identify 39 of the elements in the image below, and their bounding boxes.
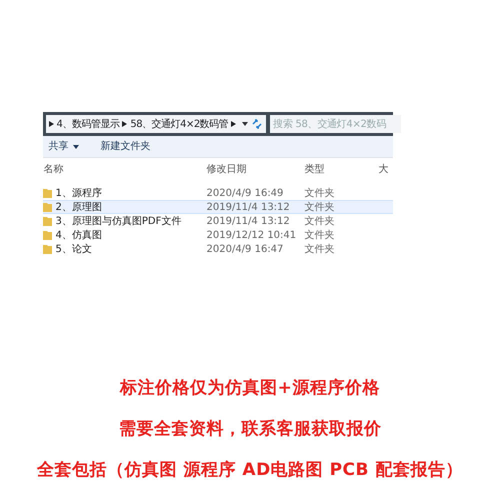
chevron-icon: [122, 121, 128, 127]
file-type: 文件夹: [304, 200, 334, 214]
dropdown-icon[interactable]: [242, 122, 248, 126]
file-type: 文件夹: [304, 228, 334, 242]
file-type: 文件夹: [304, 242, 334, 256]
refresh-icon[interactable]: [251, 119, 264, 129]
file-date: 2019/12/12 10:41: [206, 228, 298, 242]
file-date: 2020/4/9 16:47: [206, 242, 284, 256]
address-bar[interactable]: 4、数码管显示 58、交通灯4×2数码管: [46, 115, 266, 133]
column-header[interactable]: 名称: [42, 162, 206, 176]
chevron-icon: [48, 121, 54, 127]
toolbar-button[interactable]: 共享: [48, 139, 78, 154]
column-header[interactable]: 修改日期: [206, 162, 304, 176]
file-row[interactable]: 5、论文 2020/4/9 16:47 文件夹: [42, 242, 392, 256]
search-field[interactable]: 搜索 58、交通灯4×2数码: [270, 115, 402, 133]
caret-icon: [72, 144, 78, 148]
file-name: 5、论文: [56, 242, 92, 256]
breadcrumb-item[interactable]: 4、数码管显示: [56, 116, 120, 132]
file-row[interactable]: 1、源程序 2020/4/9 16:49 文件夹: [42, 186, 392, 200]
notice-text: 标注价格仅为仿真图+源程序价格: [120, 377, 380, 400]
column-header[interactable]: 类型: [304, 162, 378, 176]
file-name: 4、仿真图: [56, 228, 102, 242]
notice-text: 需要全套资料，联系客服获取报价: [118, 418, 382, 441]
file-row[interactable]: 4、仿真图 2019/12/12 10:41 文件夹: [42, 228, 392, 242]
file-type: 文件夹: [304, 186, 334, 200]
file-name: 1、源程序: [56, 186, 102, 200]
file-row[interactable]: 3、原理图与仿真图PDF文件 2019/11/4 13:12 文件夹: [42, 214, 392, 228]
toolbar-button[interactable]: 新建文件夹: [100, 139, 150, 154]
notice-text: 全套包括（仿真图 源程序 AD电路图 PCB 配套报告）: [37, 459, 463, 482]
breadcrumb-item[interactable]: 58、交通灯4×2数码管: [130, 116, 228, 132]
file-row[interactable]: 2、原理图 2019/11/4 13:12 文件夹: [42, 200, 392, 214]
chevron-icon: [231, 121, 236, 127]
file-date: 2020/4/9 16:49: [206, 186, 284, 200]
file-date: 2019/11/4 13:12: [206, 214, 291, 228]
file-name: 2、原理图: [56, 200, 102, 214]
file-name: 3、原理图与仿真图PDF文件: [56, 214, 182, 228]
file-type: 文件夹: [304, 214, 334, 228]
file-date: 2019/11/4 13:12: [206, 200, 291, 214]
column-header[interactable]: 大: [378, 162, 390, 176]
